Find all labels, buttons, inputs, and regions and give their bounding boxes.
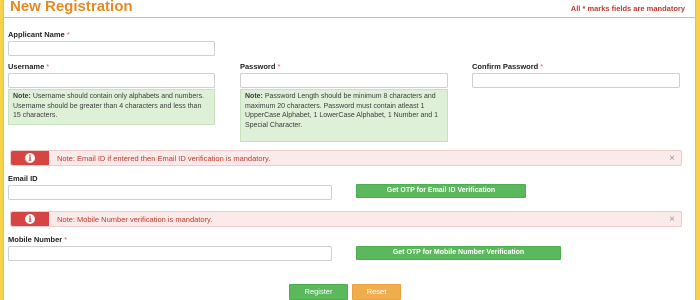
required-marker: * (64, 235, 68, 244)
mobile-number-label: Mobile Number * (8, 235, 67, 244)
mobile-number-label-text: Mobile Number (8, 235, 63, 244)
password-note: Note: Password Length should be minimum … (240, 89, 448, 142)
mobile-number-input[interactable] (8, 246, 332, 261)
username-note-prefix: Note: (13, 93, 31, 100)
username-note: Note: Username should contain only alpha… (8, 89, 215, 125)
mobile-alert: i Note: Mobile Number verification is ma… (10, 211, 682, 227)
password-note-text: Password Length should be minimum 8 char… (245, 93, 439, 129)
applicant-name-label-text: Applicant Name (8, 30, 65, 39)
mobile-alert-message: Note: Mobile Number verification is mand… (57, 215, 213, 224)
page-title: New Registration (10, 0, 133, 15)
confirm-password-label: Confirm Password * (472, 62, 543, 71)
get-mobile-otp-button[interactable]: Get OTP for Mobile Number Verification (356, 246, 561, 260)
password-label: Password * (240, 62, 280, 71)
username-note-text: Username should contain only alphabets a… (13, 93, 205, 119)
info-icon: i (25, 153, 35, 163)
username-label-text: Username (8, 62, 45, 71)
username-label: Username * (8, 62, 49, 71)
confirm-password-input[interactable] (472, 73, 680, 88)
required-marker: * (277, 62, 281, 71)
close-icon[interactable]: × (669, 153, 675, 164)
password-note-prefix: Note: (245, 93, 263, 100)
email-id-input[interactable] (8, 185, 332, 200)
email-alert: i Note: Email ID if entered then Email I… (10, 150, 682, 166)
applicant-name-label: Applicant Name * (8, 30, 70, 39)
register-button[interactable]: Register (289, 284, 348, 300)
confirm-password-label-text: Confirm Password (472, 62, 539, 71)
registration-panel: New Registration All * marks fields are … (3, 0, 696, 300)
close-icon[interactable]: × (669, 214, 675, 225)
required-marker: * (540, 62, 544, 71)
panel-header: New Registration All * marks fields are … (4, 0, 695, 18)
required-marker: * (66, 30, 70, 39)
password-label-text: Password (240, 62, 276, 71)
email-id-label: Email ID (8, 174, 38, 183)
email-alert-message: Note: Email ID if entered then Email ID … (57, 154, 271, 163)
required-marker: * (46, 62, 50, 71)
alert-badge: i (11, 212, 49, 226)
alert-badge: i (11, 151, 49, 165)
applicant-name-input[interactable] (8, 41, 215, 56)
username-input[interactable] (8, 73, 215, 88)
email-id-label-text: Email ID (8, 174, 38, 183)
reset-button[interactable]: Reset (352, 284, 401, 300)
password-input[interactable] (240, 73, 448, 88)
mandatory-fields-note: All * marks fields are mandatory (570, 4, 685, 13)
info-icon: i (25, 214, 35, 224)
get-email-otp-button[interactable]: Get OTP for Email ID Verification (356, 184, 526, 198)
